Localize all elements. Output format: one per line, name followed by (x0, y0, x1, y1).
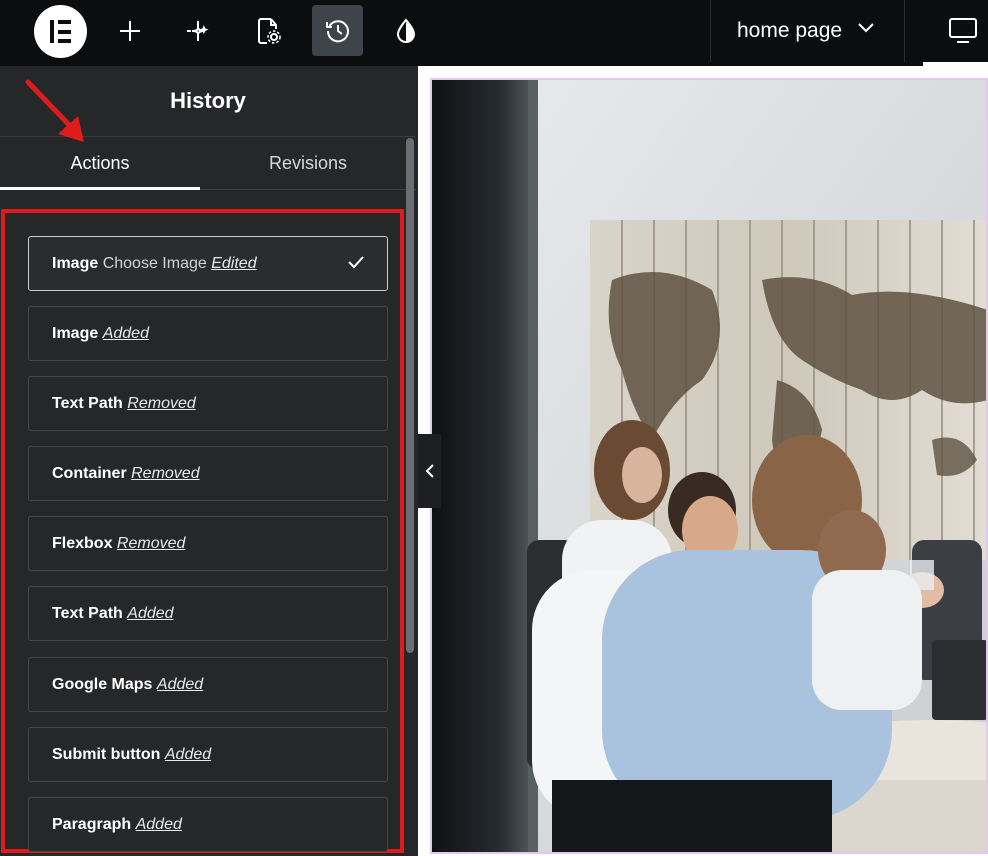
history-item-action: Removed (116, 534, 186, 552)
tab-revisions[interactable]: Revisions (200, 137, 416, 190)
history-item-action: Added (102, 324, 149, 342)
history-item-action: Added (135, 815, 182, 833)
desktop-icon (949, 18, 977, 43)
history-item[interactable]: Paragraph Added (28, 797, 388, 852)
history-button[interactable] (312, 5, 363, 56)
history-item[interactable]: Text Path Added (28, 586, 388, 641)
history-item-title: Container (52, 464, 127, 482)
history-item-action: Edited (211, 254, 257, 272)
history-item[interactable]: Google Maps Added (28, 657, 388, 712)
history-item-title: Text Path (52, 604, 123, 622)
device-mode-button[interactable] (923, 0, 988, 62)
scrollbar-thumb[interactable] (406, 138, 414, 653)
droplet-icon (396, 17, 415, 43)
history-item-action: Added (127, 604, 174, 622)
history-item-subtitle: Choose Image (102, 254, 207, 272)
ai-button[interactable] (174, 5, 225, 56)
history-item[interactable]: Container Removed (28, 446, 388, 501)
top-bar: home page (0, 0, 988, 66)
sparkle-icon (186, 20, 208, 41)
history-item-title: Flexbox (52, 534, 113, 552)
history-item-title: Image (52, 254, 99, 272)
page-selector-label: home page (737, 19, 843, 42)
chevron-left-icon (425, 464, 434, 478)
page-selector[interactable]: home page (710, 0, 905, 62)
history-item[interactable]: Submit button Added (28, 727, 388, 782)
history-item-action: Removed (127, 394, 196, 412)
history-item[interactable]: Flexbox Removed (28, 516, 388, 571)
add-element-button[interactable] (104, 5, 155, 56)
check-icon (348, 256, 364, 269)
elementor-logo-icon[interactable] (34, 5, 87, 58)
history-item-title: Text Path (52, 394, 123, 412)
history-item[interactable]: Image Added (28, 306, 388, 361)
page-settings-icon (257, 17, 281, 44)
office-meeting-photo (432, 80, 986, 852)
history-item-title: Image (52, 324, 99, 342)
site-settings-button[interactable] (380, 5, 431, 56)
history-item-current[interactable]: Image Choose Image Edited (28, 236, 388, 291)
annotation-arrow-icon (25, 79, 84, 142)
active-tab-indicator (0, 187, 200, 190)
page-settings-button[interactable] (243, 5, 294, 56)
history-item-title: Google Maps (52, 675, 153, 693)
history-panel: History Actions Revisions Image Choose I… (0, 66, 418, 856)
history-item-action: Removed (131, 464, 200, 482)
history-item-title: Paragraph (52, 815, 132, 833)
history-item-title: Submit button (52, 745, 161, 763)
history-item[interactable]: Text Path Removed (28, 376, 388, 431)
collapse-panel-button[interactable] (418, 434, 441, 508)
history-item-action: Added (156, 675, 204, 693)
history-item-action: Added (164, 745, 212, 763)
plus-icon (119, 20, 140, 41)
chevron-down-icon (858, 23, 874, 33)
image-widget[interactable] (430, 78, 988, 854)
history-icon (325, 19, 349, 42)
